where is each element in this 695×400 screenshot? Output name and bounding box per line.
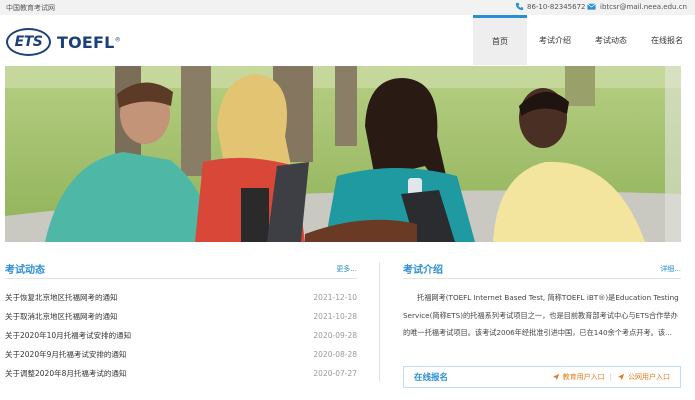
- news-more-link[interactable]: 更多...: [336, 264, 357, 274]
- site-header: ETS TOEFL® 首页 考试介绍 考试动态 在线报名: [0, 15, 695, 65]
- top-bar: 中国教育考试网 86-10-82345672 ibtcsr@mail.neea.…: [0, 0, 695, 15]
- exam-intro-title: 考试介绍: [403, 265, 443, 276]
- edu-user-entry-label: 教育用户入口: [562, 373, 605, 381]
- send-arrow-icon: [552, 373, 559, 381]
- phone-contact: 86-10-82345672: [515, 2, 586, 11]
- news-item[interactable]: 关于取消北京地区托福网考的通知 2021-10-28: [5, 307, 357, 326]
- news-item[interactable]: 关于2020年10月托福考试安排的通知 2020-09-28: [5, 326, 357, 345]
- mail-icon: [587, 3, 596, 10]
- nav-item-exam-news[interactable]: 考试动态: [583, 15, 639, 65]
- news-item-date: 2021-12-10: [313, 293, 357, 302]
- link-separator: |: [609, 373, 612, 381]
- public-user-entry-link[interactable]: 公网用户入口: [617, 372, 670, 382]
- edu-user-entry-link[interactable]: 教育用户入口: [552, 372, 605, 382]
- phone-icon: [515, 2, 524, 11]
- intro-detail-link[interactable]: 详细...: [660, 264, 681, 274]
- exam-news-title: 考试动态: [5, 265, 45, 276]
- public-user-entry-label: 公网用户入口: [628, 373, 670, 381]
- news-item[interactable]: 关于2020年9月托福考试安排的通知 2020-08-28: [5, 345, 357, 364]
- ets-logo-mark: ETS: [6, 28, 51, 56]
- exam-news-section: 考试动态 更多... 关于恢复北京地区托福网考的通知 2021-12-10 关于…: [5, 259, 357, 383]
- exam-intro-section: 考试介绍 详细... 托福网考(TOEFL Internet Based Tes…: [403, 259, 681, 342]
- email-address: ibtcsr@mail.neea.edu.cn: [600, 2, 687, 11]
- news-item-date: 2020-08-28: [313, 350, 357, 359]
- send-arrow-icon: [617, 373, 625, 381]
- news-item[interactable]: 关于调整2020年8月托福考试的通知 2020-07-27: [5, 364, 357, 383]
- nav-item-home[interactable]: 首页: [473, 15, 527, 65]
- news-item-date: 2020-07-27: [313, 369, 357, 378]
- news-item-title[interactable]: 关于调整2020年8月托福考试的通知: [5, 368, 126, 379]
- site-name-link[interactable]: 中国教育考试网: [6, 3, 55, 13]
- phone-number: 86-10-82345672: [527, 2, 586, 11]
- ets-toefl-logo[interactable]: ETS TOEFL®: [6, 27, 121, 57]
- online-registration-bar: 在线报名 教育用户入口 | 公网用户入口: [403, 366, 681, 388]
- nav-item-exam-intro[interactable]: 考试介绍: [527, 15, 583, 65]
- toefl-logo-text: TOEFL®: [57, 32, 121, 52]
- news-item-date: 2021-10-28: [313, 312, 357, 321]
- news-item[interactable]: 关于恢复北京地区托福网考的通知 2021-12-10: [5, 288, 357, 307]
- exam-intro-header: 考试介绍 详细...: [403, 259, 681, 279]
- hero-banner-photo: [5, 66, 681, 242]
- news-item-date: 2020-09-28: [313, 331, 357, 340]
- section-divider: [379, 262, 380, 382]
- exam-news-header: 考试动态 更多...: [5, 259, 357, 279]
- main-nav: 首页 考试介绍 考试动态 在线报名: [473, 15, 695, 65]
- email-contact: ibtcsr@mail.neea.edu.cn: [586, 2, 687, 11]
- registration-title: 在线报名: [414, 373, 449, 383]
- news-item-title[interactable]: 关于2020年10月托福考试安排的通知: [5, 330, 131, 341]
- exam-intro-text: 托福网考(TOEFL Internet Based Test, 简称TOEFL …: [403, 293, 679, 337]
- news-item-title[interactable]: 关于取消北京地区托福网考的通知: [5, 311, 118, 322]
- nav-item-online-registration[interactable]: 在线报名: [639, 15, 695, 65]
- news-list: 关于恢复北京地区托福网考的通知 2021-12-10 关于取消北京地区托福网考的…: [5, 288, 357, 383]
- registration-links: 教育用户入口 | 公网用户入口: [552, 372, 670, 382]
- news-item-title[interactable]: 关于恢复北京地区托福网考的通知: [5, 292, 118, 303]
- news-item-title[interactable]: 关于2020年9月托福考试安排的通知: [5, 349, 126, 360]
